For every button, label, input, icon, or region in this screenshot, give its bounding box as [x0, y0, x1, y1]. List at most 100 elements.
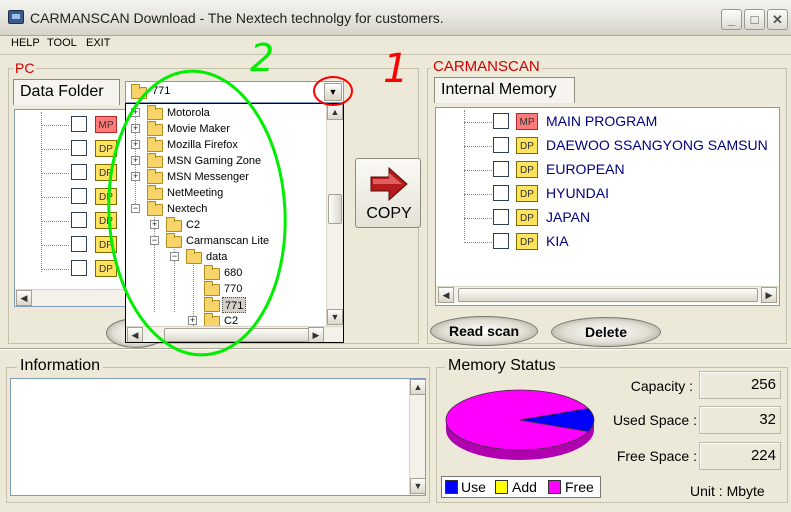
pc-file-list[interactable]: MP DP DP DP DP DP DP ◀ — [14, 109, 126, 307]
pc-list-hscrollbar[interactable]: ◀ — [15, 289, 125, 306]
tab-internal-memory[interactable]: Internal Memory — [434, 77, 575, 103]
tree-node[interactable]: C2 — [186, 217, 200, 233]
tree-node[interactable]: 680 — [224, 265, 242, 281]
folder-icon — [147, 169, 163, 184]
list-item[interactable]: DAEWOO SSANGYONG SAMSUN — [546, 137, 768, 153]
pc-item-checkbox[interactable] — [71, 236, 87, 252]
pc-group-label: PC — [13, 60, 37, 76]
tree-node[interactable]: MSN Messenger — [167, 169, 249, 185]
minimize-button[interactable]: _ — [721, 9, 742, 30]
capacity-label: Capacity : — [630, 378, 693, 394]
expand-icon[interactable]: + — [131, 140, 140, 149]
folder-icon — [204, 281, 220, 296]
scroll-thumb[interactable] — [458, 288, 758, 302]
menu-exit[interactable]: EXIT — [86, 37, 110, 49]
tree-node[interactable]: Nextech — [167, 201, 207, 217]
chevron-down-icon[interactable]: ▼ — [324, 83, 342, 101]
tree-node-selected[interactable]: 771 — [222, 297, 247, 313]
item-checkbox[interactable] — [493, 161, 509, 177]
expand-icon[interactable]: + — [131, 108, 140, 117]
legend-add: Add — [512, 479, 537, 495]
information-textarea[interactable]: ▲ ▼ — [10, 378, 426, 496]
list-item[interactable]: JAPAN — [546, 209, 590, 225]
folder-icon — [147, 137, 163, 152]
folder-combo[interactable]: 771 ▼ — [125, 81, 344, 103]
pc-item-checkbox[interactable] — [71, 116, 87, 132]
item-checkbox[interactable] — [493, 113, 509, 129]
carmanscan-group-label: CARMANSCAN — [431, 58, 542, 75]
item-checkbox[interactable] — [493, 185, 509, 201]
annotation-number-1: 1 — [383, 46, 409, 92]
legend-free: Free — [565, 479, 594, 495]
info-vscrollbar[interactable]: ▲ ▼ — [409, 379, 426, 495]
free-space-label: Free Space : — [616, 448, 697, 464]
scroll-left-icon[interactable]: ◀ — [16, 290, 32, 306]
scroll-right-icon[interactable]: ▶ — [761, 287, 777, 303]
tree-node[interactable]: Carmanscan Lite — [186, 233, 269, 249]
scroll-right-icon[interactable]: ▶ — [308, 327, 324, 342]
mp-file-icon: MP — [95, 116, 117, 133]
expand-icon[interactable]: + — [188, 316, 197, 325]
tree-node[interactable]: Movie Maker — [167, 121, 230, 137]
scroll-left-icon[interactable]: ◀ — [127, 327, 143, 342]
read-scan-button[interactable]: Read scan — [430, 316, 538, 346]
memory-status-label: Memory Status — [445, 357, 559, 375]
folder-icon — [204, 265, 220, 280]
copy-button[interactable]: COPY — [355, 158, 421, 228]
scroll-down-icon[interactable]: ▼ — [410, 478, 426, 494]
carmanscan-hscrollbar[interactable]: ◀ ▶ — [436, 286, 779, 303]
list-item[interactable]: MAIN PROGRAM — [546, 113, 657, 129]
delete-button[interactable]: Delete — [551, 317, 661, 347]
scroll-left-icon[interactable]: ◀ — [438, 287, 454, 303]
folder-icon — [147, 185, 163, 200]
pc-item-checkbox[interactable] — [71, 260, 87, 276]
scroll-thumb[interactable] — [164, 328, 314, 342]
carmanscan-file-list[interactable]: MP MAIN PROGRAM DP DAEWOO SSANGYONG SAMS… — [435, 107, 780, 306]
list-item[interactable]: HYUNDAI — [546, 185, 609, 201]
item-checkbox[interactable] — [493, 137, 509, 153]
legend-swatch-use — [445, 480, 458, 494]
tree-node[interactable]: data — [206, 249, 227, 265]
collapse-icon[interactable]: − — [131, 204, 140, 213]
mp-file-icon: MP — [516, 113, 538, 130]
legend-swatch-free — [548, 480, 561, 494]
maximize-button[interactable]: □ — [744, 9, 765, 30]
close-button[interactable]: ✕ — [767, 9, 788, 30]
tab-data-folder[interactable]: Data Folder — [13, 79, 120, 105]
list-item[interactable]: KIA — [546, 233, 569, 249]
folder-open-icon — [204, 297, 220, 312]
collapse-icon[interactable]: − — [150, 236, 159, 245]
scroll-up-icon[interactable]: ▲ — [410, 379, 426, 395]
pc-item-checkbox[interactable] — [71, 212, 87, 228]
dp-file-icon: DP — [95, 212, 117, 229]
tree-node[interactable]: Mozilla Firefox — [167, 137, 238, 153]
scroll-up-icon[interactable]: ▲ — [327, 104, 343, 120]
expand-icon[interactable]: + — [131, 172, 140, 181]
tree-node[interactable]: Motorola — [167, 105, 210, 121]
pc-item-checkbox[interactable] — [71, 188, 87, 204]
scroll-thumb[interactable] — [328, 194, 342, 224]
tree-node[interactable]: NetMeeting — [167, 185, 223, 201]
tree-node[interactable]: MSN Gaming Zone — [167, 153, 261, 169]
scroll-down-icon[interactable]: ▼ — [327, 309, 343, 325]
unit-label: Unit : Mbyte — [690, 483, 765, 499]
copy-label: COPY — [366, 205, 412, 222]
tree-node[interactable]: 770 — [224, 281, 242, 297]
collapse-icon[interactable]: − — [170, 252, 179, 261]
menu-help[interactable]: HELP — [11, 37, 40, 49]
expand-icon[interactable]: + — [131, 124, 140, 133]
list-item[interactable]: EUROPEAN — [546, 161, 625, 177]
item-checkbox[interactable] — [493, 209, 509, 225]
expand-icon[interactable]: + — [150, 220, 159, 229]
folder-tree-dropdown[interactable]: + Motorola + Movie Maker + Mozilla Firef… — [125, 103, 344, 343]
dp-file-icon: DP — [95, 236, 117, 253]
menu-tool[interactable]: TOOL — [47, 37, 77, 49]
pc-item-checkbox[interactable] — [71, 140, 87, 156]
item-checkbox[interactable] — [493, 233, 509, 249]
expand-icon[interactable]: + — [131, 156, 140, 165]
tree-hscrollbar[interactable]: ◀ ▶ — [126, 326, 343, 342]
dp-file-icon: DP — [95, 164, 117, 181]
dp-file-icon: DP — [95, 188, 117, 205]
tree-vscrollbar[interactable]: ▲ ▼ — [326, 104, 343, 326]
pc-item-checkbox[interactable] — [71, 164, 87, 180]
